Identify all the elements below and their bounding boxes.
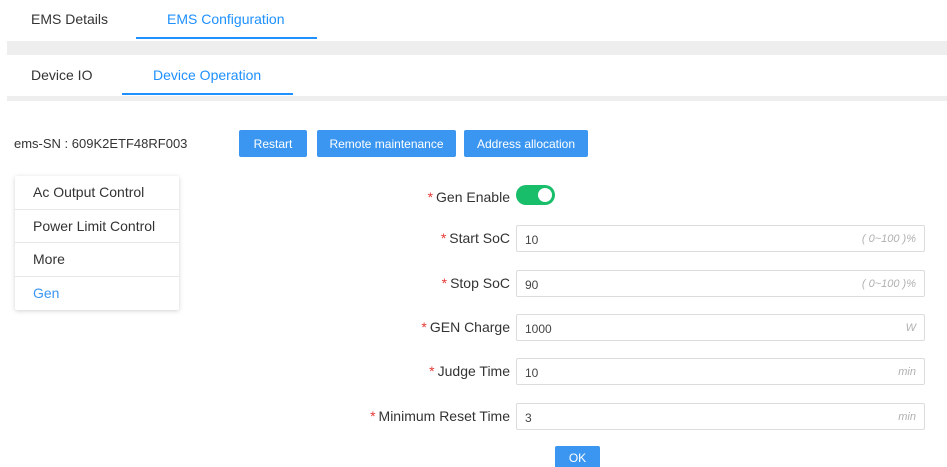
stop-soc-value: 90 (525, 278, 539, 292)
judge-time-label: * Judge Time (429, 363, 510, 379)
gen-charge-unit: W (905, 322, 916, 334)
stop-soc-unit: ( 0~100 )% (861, 278, 916, 290)
ems-sn-label: ems-SN : 609K2ETF48RF003 (14, 136, 188, 151)
menu-item-gen[interactable]: Gen (15, 277, 179, 311)
gen-enable-label: * Gen Enable (428, 189, 510, 205)
minimum-reset-time-unit: min (898, 411, 916, 423)
stop-soc-input[interactable]: 90 ( 0~100 )% (516, 270, 925, 297)
menu-item-power-limit-control[interactable]: Power Limit Control (15, 210, 179, 243)
gen-charge-label: * GEN Charge (421, 319, 510, 335)
judge-time-unit: min (898, 366, 916, 378)
sub-divider-band (7, 96, 947, 101)
start-soc-input[interactable]: 10 ( 0~100 )% (516, 225, 925, 252)
tab-device-io[interactable]: Device IO (31, 67, 92, 83)
toggle-knob (538, 188, 552, 202)
sub-tab-active-indicator (122, 93, 293, 95)
gen-charge-row: * GEN Charge 1000 W (340, 314, 925, 341)
judge-time-label-text: Judge Time (437, 363, 510, 379)
start-soc-label-text: Start SoC (449, 230, 510, 246)
top-tab-active-indicator (136, 37, 317, 39)
judge-time-row: * Judge Time 10 min (340, 358, 925, 385)
gen-charge-input[interactable]: 1000 W (516, 314, 925, 341)
remote-maintenance-button[interactable]: Remote maintenance (317, 130, 456, 157)
required-mark: * (427, 189, 434, 205)
stop-soc-row: * Stop SoC 90 ( 0~100 )% (340, 270, 925, 297)
stop-soc-label: * Stop SoC (442, 275, 510, 291)
gen-enable-row: * Gen Enable (340, 184, 925, 211)
start-soc-value: 10 (525, 233, 539, 247)
tab-ems-configuration[interactable]: EMS Configuration (167, 11, 285, 27)
minimum-reset-time-row: * Minimum Reset Time 3 min (340, 403, 925, 430)
required-mark: * (370, 408, 376, 424)
gen-charge-label-text: GEN Charge (429, 319, 510, 335)
minimum-reset-time-input[interactable]: 3 min (516, 403, 925, 430)
tab-ems-details[interactable]: EMS Details (31, 11, 108, 27)
restart-button[interactable]: Restart (239, 130, 307, 157)
address-allocation-button[interactable]: Address allocation (464, 130, 588, 157)
stop-soc-label-text: Stop SoC (450, 275, 510, 291)
gen-charge-value: 1000 (525, 322, 552, 336)
top-tab-bar: EMS Details EMS Configuration (0, 0, 947, 40)
start-soc-row: * Start SoC 10 ( 0~100 )% (340, 225, 925, 252)
required-mark: * (441, 275, 448, 291)
menu-item-more[interactable]: More (15, 243, 179, 277)
tab-device-operation[interactable]: Device Operation (153, 67, 261, 83)
ok-button[interactable]: OK (555, 446, 600, 467)
minimum-reset-time-value: 3 (525, 411, 532, 425)
top-divider-band (7, 41, 947, 55)
start-soc-label: * Start SoC (441, 230, 510, 246)
gen-enable-label-text: Gen Enable (436, 189, 510, 205)
required-mark: * (421, 319, 427, 335)
menu-item-ac-output-control[interactable]: Ac Output Control (15, 176, 179, 210)
minimum-reset-time-label-text: Minimum Reset Time (378, 408, 510, 424)
side-menu: Ac Output Control Power Limit Control Mo… (15, 176, 179, 310)
judge-time-value: 10 (525, 366, 539, 380)
start-soc-unit: ( 0~100 )% (861, 233, 916, 245)
required-mark: * (440, 230, 447, 246)
required-mark: * (429, 363, 435, 379)
minimum-reset-time-label: * Minimum Reset Time (370, 408, 510, 424)
gen-enable-toggle[interactable] (516, 185, 555, 205)
judge-time-input[interactable]: 10 min (516, 358, 925, 385)
